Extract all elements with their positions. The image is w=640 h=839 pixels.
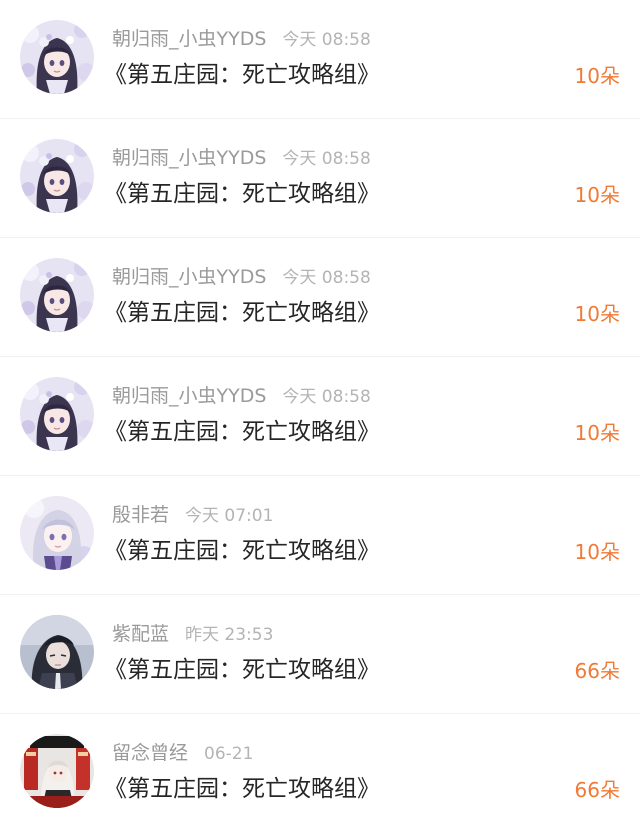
- timestamp: 今天 08:58: [282, 268, 371, 288]
- username[interactable]: 留念曾经: [112, 742, 188, 764]
- timestamp: 今天 08:58: [282, 30, 371, 50]
- item-meta: 朝归雨_小虫YYDS 今天 08:58: [112, 264, 371, 290]
- gift-amount: 10朵: [574, 540, 620, 564]
- book-title[interactable]: 《第五庄园：死亡攻略组》: [104, 296, 380, 330]
- item-meta: 朝归雨_小虫YYDS 今天 08:58: [112, 383, 371, 409]
- gift-amount: 10朵: [574, 183, 620, 207]
- book-title[interactable]: 《第五庄园：死亡攻略组》: [104, 177, 380, 211]
- timestamp: 06-21: [204, 744, 254, 764]
- timestamp: 今天 07:01: [185, 506, 274, 526]
- username[interactable]: 朝归雨_小虫YYDS: [112, 385, 266, 407]
- item-meta: 朝归雨_小虫YYDS 今天 08:58: [112, 26, 371, 52]
- list-item[interactable]: 紫配蓝 昨天 23:53 《第五庄园：死亡攻略组》 66朵: [0, 595, 640, 714]
- book-title[interactable]: 《第五庄园：死亡攻略组》: [104, 653, 380, 687]
- avatar[interactable]: [20, 496, 94, 570]
- book-title[interactable]: 《第五庄园：死亡攻略组》: [104, 772, 380, 806]
- username[interactable]: 朝归雨_小虫YYDS: [112, 147, 266, 169]
- gift-amount: 66朵: [574, 659, 620, 683]
- list-item[interactable]: 朝归雨_小虫YYDS 今天 08:58 《第五庄园：死亡攻略组》 10朵: [0, 119, 640, 238]
- username[interactable]: 朝归雨_小虫YYDS: [112, 28, 266, 50]
- avatar[interactable]: [20, 377, 94, 451]
- username[interactable]: 殷非若: [112, 504, 169, 526]
- username[interactable]: 紫配蓝: [112, 623, 169, 645]
- gift-amount: 66朵: [574, 778, 620, 802]
- gift-amount: 10朵: [574, 302, 620, 326]
- avatar[interactable]: [20, 258, 94, 332]
- avatar[interactable]: [20, 734, 94, 808]
- list-item[interactable]: 留念曾经 06-21 《第五庄园：死亡攻略组》 66朵: [0, 714, 640, 833]
- gift-record-list: 朝归雨_小虫YYDS 今天 08:58 《第五庄园：死亡攻略组》 10朵 朝归雨_…: [0, 0, 640, 833]
- book-title[interactable]: 《第五庄园：死亡攻略组》: [104, 415, 380, 449]
- list-item[interactable]: 殷非若 今天 07:01 《第五庄园：死亡攻略组》 10朵: [0, 476, 640, 595]
- book-title[interactable]: 《第五庄园：死亡攻略组》: [104, 58, 380, 92]
- avatar[interactable]: [20, 139, 94, 213]
- book-title[interactable]: 《第五庄园：死亡攻略组》: [104, 534, 380, 568]
- item-meta: 留念曾经 06-21: [112, 740, 253, 766]
- item-meta: 朝归雨_小虫YYDS 今天 08:58: [112, 145, 371, 171]
- gift-amount: 10朵: [574, 421, 620, 445]
- timestamp: 昨天 23:53: [185, 625, 274, 645]
- avatar[interactable]: [20, 20, 94, 94]
- timestamp: 今天 08:58: [282, 387, 371, 407]
- gift-amount: 10朵: [574, 64, 620, 88]
- list-item[interactable]: 朝归雨_小虫YYDS 今天 08:58 《第五庄园：死亡攻略组》 10朵: [0, 238, 640, 357]
- username[interactable]: 朝归雨_小虫YYDS: [112, 266, 266, 288]
- avatar[interactable]: [20, 615, 94, 689]
- timestamp: 今天 08:58: [282, 149, 371, 169]
- list-item[interactable]: 朝归雨_小虫YYDS 今天 08:58 《第五庄园：死亡攻略组》 10朵: [0, 0, 640, 119]
- item-meta: 殷非若 今天 07:01: [112, 502, 273, 528]
- list-item[interactable]: 朝归雨_小虫YYDS 今天 08:58 《第五庄园：死亡攻略组》 10朵: [0, 357, 640, 476]
- item-meta: 紫配蓝 昨天 23:53: [112, 621, 273, 647]
